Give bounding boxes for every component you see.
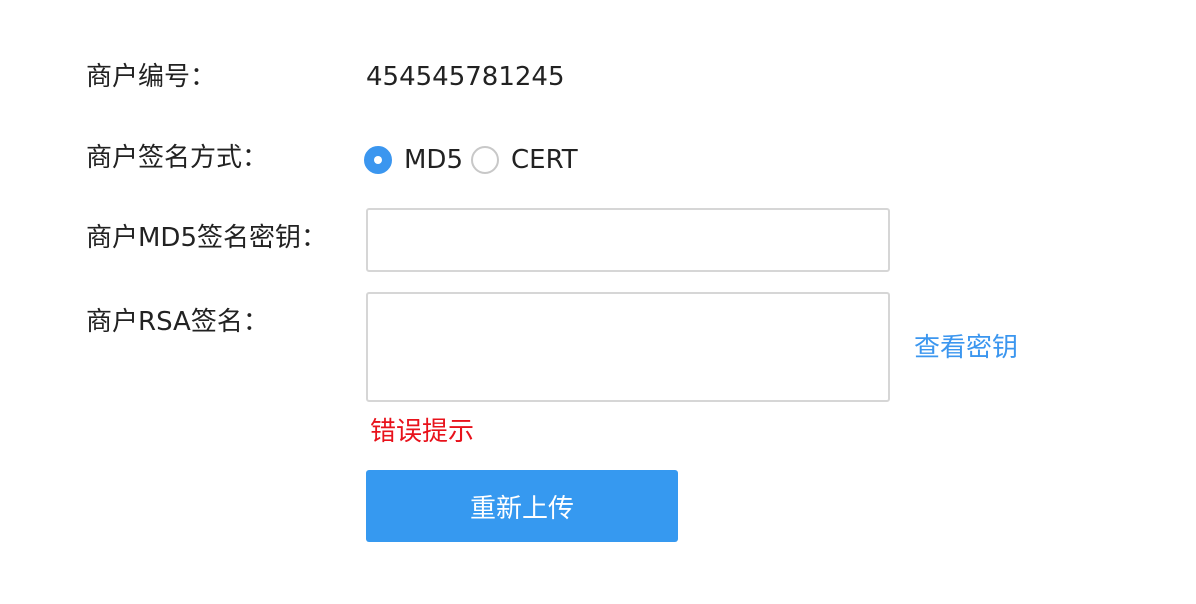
radio-option-cert[interactable]: CERT	[471, 143, 586, 177]
view-key-link[interactable]: 查看密钥	[914, 331, 1018, 365]
radio-dot-icon	[374, 156, 382, 164]
rsa-sign-label: 商户RSA签名：	[86, 307, 269, 337]
md5-key-label: 商户MD5签名密钥：	[86, 223, 327, 253]
radio-cert-label: CERT	[511, 145, 578, 175]
radio-option-md5[interactable]: MD5	[364, 143, 471, 177]
sign-method-radio-group: MD5 CERT	[364, 142, 586, 178]
merchant-id-label: 商户编号：	[86, 62, 217, 92]
reupload-button[interactable]: 重新上传	[366, 470, 678, 542]
rsa-sign-textarea[interactable]	[366, 292, 890, 402]
sign-method-label: 商户签名方式：	[86, 143, 269, 173]
radio-md5-label: MD5	[404, 145, 463, 175]
merchant-id-value: 454545781245	[366, 62, 565, 92]
md5-key-input[interactable]	[366, 208, 890, 272]
radio-cert-unchecked-icon[interactable]	[471, 146, 499, 174]
error-message: 错误提示	[370, 417, 475, 447]
merchant-signature-form: 商户编号： 454545781245 商户签名方式： MD5 CERT 商户MD…	[0, 0, 1196, 604]
radio-md5-checked-icon[interactable]	[364, 146, 392, 174]
